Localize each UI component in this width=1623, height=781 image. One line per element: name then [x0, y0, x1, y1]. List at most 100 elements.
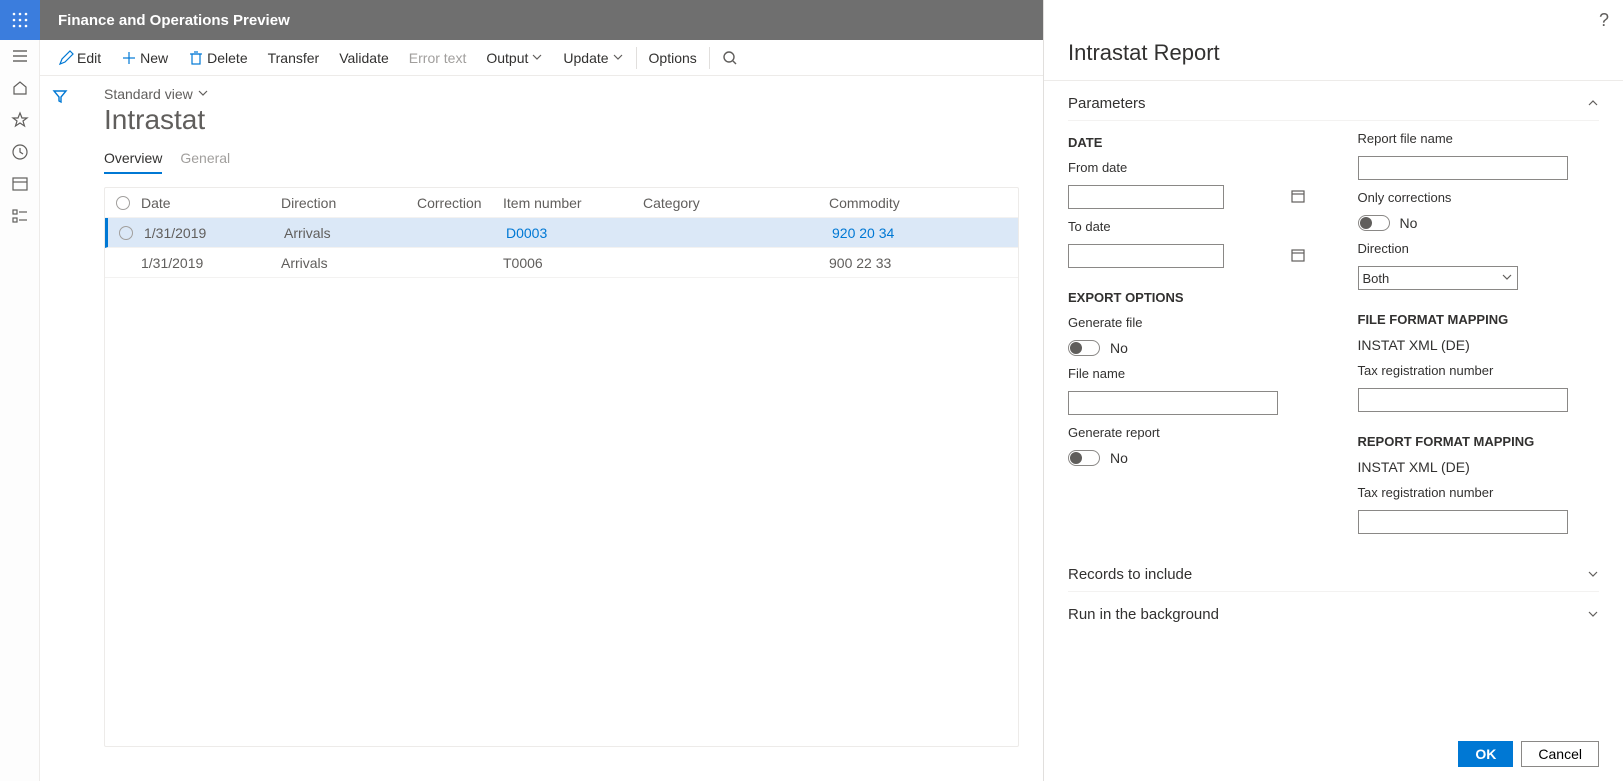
update-label: Update: [563, 50, 608, 66]
tab-general[interactable]: General: [180, 150, 230, 174]
toolbar-separator: [709, 47, 710, 69]
section-parameters[interactable]: Parameters: [1068, 81, 1599, 121]
home-icon[interactable]: [10, 78, 30, 98]
select-all-radio[interactable]: [116, 196, 130, 210]
output-label: Output: [486, 50, 528, 66]
transfer-label: Transfer: [268, 50, 320, 66]
file-format-value: INSTAT XML (DE): [1358, 337, 1600, 353]
generate-file-toggle[interactable]: [1068, 340, 1100, 356]
validate-button[interactable]: Validate: [329, 40, 399, 76]
cancel-button[interactable]: Cancel: [1521, 741, 1599, 767]
options-button[interactable]: Options: [639, 40, 707, 76]
delete-label: Delete: [207, 50, 247, 66]
edit-button[interactable]: Edit: [48, 40, 111, 76]
validate-label: Validate: [339, 50, 389, 66]
col-header-direction[interactable]: Direction: [281, 195, 417, 211]
star-icon[interactable]: [10, 110, 30, 130]
file-name-input[interactable]: [1068, 391, 1278, 415]
filter-column: [40, 76, 80, 781]
section-records-to-include[interactable]: Records to include: [1068, 552, 1599, 592]
col-header-correction[interactable]: Correction: [417, 195, 503, 211]
report-file-name-input[interactable]: [1358, 156, 1568, 180]
direction-select[interactable]: Both: [1358, 266, 1518, 290]
help-icon[interactable]: ?: [1599, 10, 1609, 31]
chevron-down-icon: [197, 86, 209, 102]
report-format-mapping-label: REPORT FORMAT MAPPING: [1358, 434, 1600, 449]
dialog-panel: ? Intrastat Report Parameters DATE From …: [1043, 0, 1623, 781]
cell-date: 1/31/2019: [144, 225, 284, 241]
new-button[interactable]: New: [111, 40, 178, 76]
left-rail: [0, 40, 40, 781]
app-launcher-button[interactable]: [0, 0, 40, 40]
delete-button[interactable]: Delete: [178, 40, 257, 76]
cell-date: 1/31/2019: [141, 255, 281, 271]
tax-reg-label-2: Tax registration number: [1358, 485, 1600, 500]
section-label: Run in the background: [1068, 606, 1219, 623]
section-run-in-background[interactable]: Run in the background: [1068, 592, 1599, 631]
chevron-down-icon: [612, 50, 624, 66]
col-header-item-number[interactable]: Item number: [503, 195, 643, 211]
only-corrections-toggle[interactable]: [1358, 215, 1390, 231]
recent-icon[interactable]: [10, 142, 30, 162]
cell-item-number[interactable]: T0006: [503, 255, 643, 271]
panel-footer: OK Cancel: [1044, 730, 1623, 781]
file-name-label: File name: [1068, 366, 1310, 381]
cell-item-number[interactable]: D0003: [506, 225, 646, 241]
content: Standard view Intrastat Overview General…: [80, 76, 1043, 781]
output-button[interactable]: Output: [476, 40, 553, 76]
chevron-up-icon: [1587, 96, 1599, 112]
col-header-commodity[interactable]: Commodity: [829, 195, 989, 211]
report-file-name-label: Report file name: [1358, 131, 1600, 146]
filter-icon[interactable]: [52, 91, 68, 107]
page-title: Intrastat: [104, 104, 1019, 136]
row-radio[interactable]: [119, 226, 133, 240]
grid-header-row: Date Direction Correction Item number Ca…: [105, 188, 1018, 218]
calendar-icon[interactable]: [1290, 247, 1306, 266]
file-format-mapping-label: FILE FORMAT MAPPING: [1358, 312, 1600, 327]
grid-row[interactable]: 1/31/2019 Arrivals D0003 920 20 34: [105, 218, 1018, 248]
chevron-down-icon: [1587, 607, 1599, 623]
toggle-value: No: [1110, 340, 1128, 356]
to-date-input[interactable]: [1068, 244, 1224, 268]
view-picker[interactable]: Standard view: [104, 86, 1019, 102]
main-area: Standard view Intrastat Overview General…: [40, 76, 1043, 781]
search-button[interactable]: [712, 40, 748, 76]
tab-overview[interactable]: Overview: [104, 150, 162, 174]
direction-label: Direction: [1358, 241, 1600, 256]
export-options-label: EXPORT OPTIONS: [1068, 290, 1310, 305]
update-button[interactable]: Update: [553, 40, 633, 76]
generate-file-label: Generate file: [1068, 315, 1310, 330]
direction-value: Both: [1363, 271, 1390, 286]
workspace-icon[interactable]: [10, 174, 30, 194]
section-label: Records to include: [1068, 566, 1192, 583]
modules-icon[interactable]: [10, 206, 30, 226]
cell-direction: Arrivals: [284, 225, 420, 241]
view-picker-label: Standard view: [104, 86, 193, 102]
hamburger-icon[interactable]: [10, 46, 30, 66]
from-date-label: From date: [1068, 160, 1310, 175]
panel-body: Parameters DATE From date To date EXPORT…: [1044, 80, 1623, 730]
from-date-input[interactable]: [1068, 185, 1224, 209]
to-date-label: To date: [1068, 219, 1310, 234]
report-format-value: INSTAT XML (DE): [1358, 459, 1600, 475]
dialog-title: Intrastat Report: [1044, 0, 1623, 80]
grid-row[interactable]: 1/31/2019 Arrivals T0006 900 22 33: [105, 248, 1018, 278]
edit-label: Edit: [77, 50, 101, 66]
toolbar-separator: [636, 47, 637, 69]
calendar-icon[interactable]: [1290, 188, 1306, 207]
app-title: Finance and Operations Preview: [40, 12, 290, 29]
col-header-date[interactable]: Date: [141, 195, 281, 211]
cell-direction: Arrivals: [281, 255, 417, 271]
tax-reg-input-2[interactable]: [1358, 510, 1568, 534]
cell-commodity[interactable]: 900 22 33: [829, 255, 989, 271]
data-grid: Date Direction Correction Item number Ca…: [104, 187, 1019, 747]
date-group-label: DATE: [1068, 135, 1310, 150]
col-header-category[interactable]: Category: [643, 195, 829, 211]
error-text-button[interactable]: Error text: [399, 40, 477, 76]
toggle-value: No: [1110, 450, 1128, 466]
transfer-button[interactable]: Transfer: [258, 40, 330, 76]
generate-report-toggle[interactable]: [1068, 450, 1100, 466]
tax-reg-input-1[interactable]: [1358, 388, 1568, 412]
ok-button[interactable]: OK: [1458, 741, 1513, 767]
cell-commodity[interactable]: 920 20 34: [832, 225, 992, 241]
